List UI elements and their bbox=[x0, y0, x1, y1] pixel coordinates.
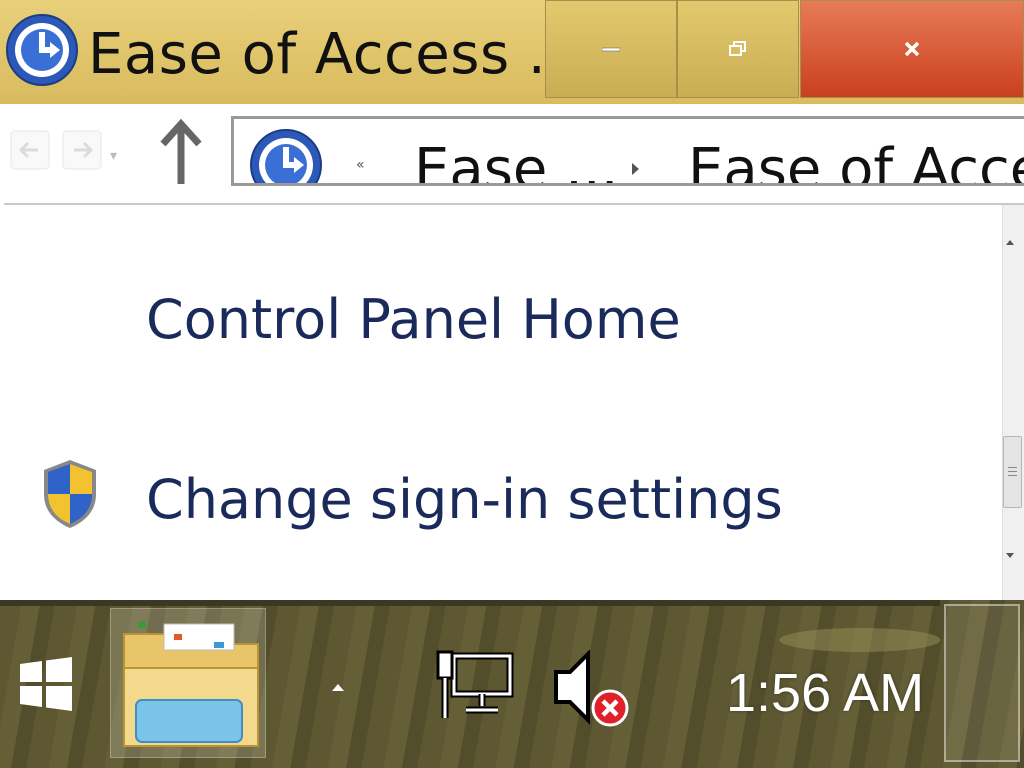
forward-arrow-icon[interactable] bbox=[62, 130, 102, 170]
volume-muted-error-icon[interactable] bbox=[552, 650, 632, 730]
ease-of-access-icon[interactable] bbox=[4, 12, 80, 88]
vertical-scrollbar[interactable] bbox=[1002, 205, 1024, 600]
restore-button[interactable] bbox=[677, 0, 799, 98]
network-wired-icon[interactable] bbox=[436, 650, 516, 722]
windows-logo-icon[interactable] bbox=[18, 656, 74, 712]
file-explorer-icon[interactable] bbox=[118, 614, 264, 754]
breadcrumb-item[interactable]: Ease ... bbox=[414, 137, 619, 183]
breadcrumb-separator-icon[interactable] bbox=[632, 163, 639, 175]
minimize-icon bbox=[602, 47, 620, 52]
scroll-up-arrow-icon[interactable] bbox=[1006, 240, 1014, 245]
address-bar[interactable]: « Ease ... Ease of Access bbox=[231, 116, 1024, 186]
back-arrow-icon[interactable] bbox=[10, 130, 50, 170]
control-panel-home-link[interactable]: Control Panel Home bbox=[146, 288, 681, 351]
show-hidden-icons-arrow[interactable] bbox=[332, 684, 344, 691]
content-pane bbox=[0, 205, 1000, 600]
scrollbar-thumb[interactable] bbox=[1003, 436, 1022, 508]
scroll-down-arrow-icon[interactable] bbox=[1006, 553, 1014, 558]
breadcrumb-item[interactable]: Ease of Access bbox=[688, 137, 1024, 183]
taskbar-edge bbox=[0, 600, 940, 606]
window-title: Ease of Access ... bbox=[88, 22, 583, 87]
minimize-button[interactable] bbox=[545, 0, 677, 98]
restore-icon bbox=[729, 41, 746, 56]
change-sign-in-settings-link[interactable]: Change sign-in settings bbox=[146, 468, 783, 531]
breadcrumb-overflow-button[interactable]: « bbox=[356, 157, 365, 173]
up-arrow-icon[interactable] bbox=[155, 118, 207, 188]
close-button[interactable] bbox=[800, 0, 1024, 98]
close-icon bbox=[904, 41, 920, 57]
grip-line bbox=[1008, 467, 1017, 468]
grip-line bbox=[1008, 471, 1017, 472]
grip-line bbox=[1008, 475, 1017, 476]
ease-of-access-icon bbox=[250, 129, 322, 183]
recent-locations-dropdown[interactable]: ▾ bbox=[110, 148, 117, 164]
uac-shield-icon bbox=[44, 460, 96, 528]
show-desktop-button[interactable] bbox=[944, 604, 1020, 762]
taskbar-clock[interactable]: 1:56 AM bbox=[726, 662, 924, 724]
